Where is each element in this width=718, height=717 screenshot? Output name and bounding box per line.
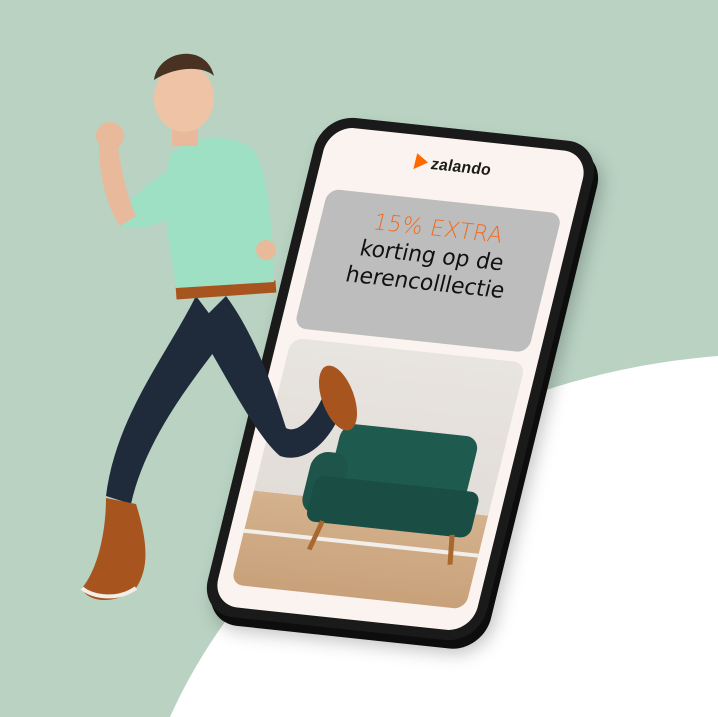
brand-name: zalando: [429, 155, 493, 180]
zalando-play-logo-icon: [412, 153, 430, 171]
sofa-leg: [447, 534, 455, 565]
jumping-man-image: [80, 53, 358, 601]
